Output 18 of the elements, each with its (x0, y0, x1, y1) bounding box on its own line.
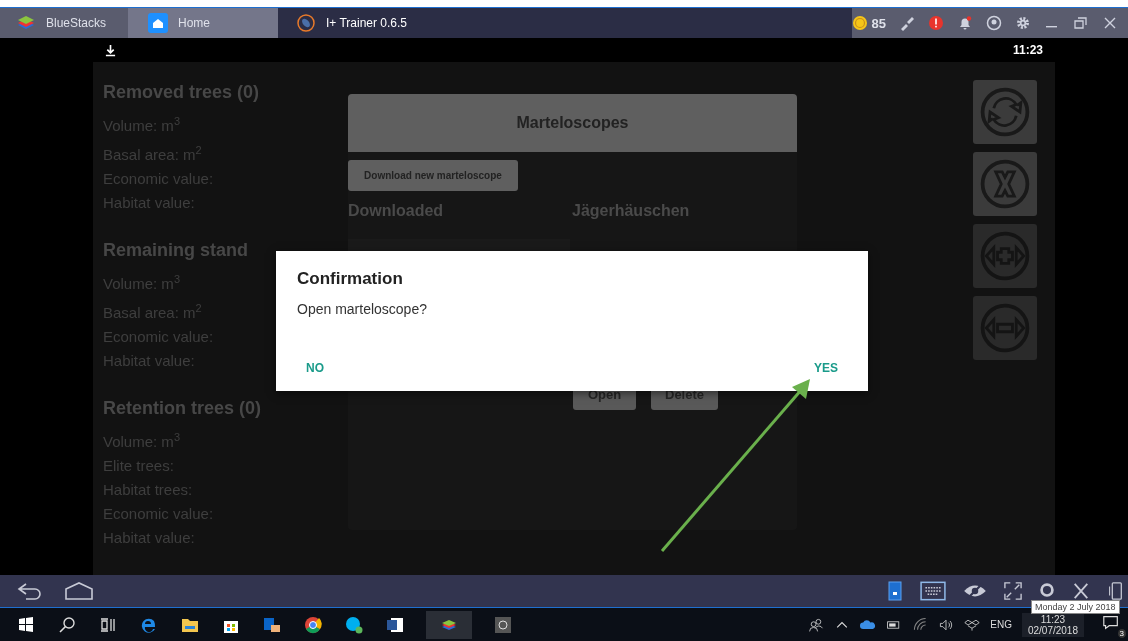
clock[interactable]: 11:23 02/07/2018 (1021, 612, 1084, 637)
dialog-title: Confirmation (297, 269, 404, 289)
coin-count: 85 (871, 15, 886, 31)
tab[interactable]: BlueStacks (6, 8, 128, 38)
download-button[interactable]: Download new marteloscope (348, 160, 518, 191)
dialog-button[interactable]: NO (297, 355, 333, 381)
notifications-button[interactable]: 3 (1094, 613, 1128, 636)
date-tooltip: Monday 2 July 2018 (1031, 600, 1120, 614)
dialog-button[interactable]: YES (805, 355, 847, 381)
tab[interactable]: Home (128, 8, 278, 38)
tab[interactable]: I+ Trainer 0.6.5 (278, 8, 852, 38)
clock-time: 11:23 (1040, 613, 1066, 625)
status-time: 11:23 (1012, 43, 1043, 57)
language-indicator[interactable]: ENG (990, 619, 1012, 630)
panel-title: Marteloscopes (516, 114, 629, 132)
notification-count: 3 (1117, 628, 1126, 638)
clock-date: 02/07/2018 (1027, 624, 1078, 636)
dialog-message: Open marteloscope? (297, 301, 428, 317)
